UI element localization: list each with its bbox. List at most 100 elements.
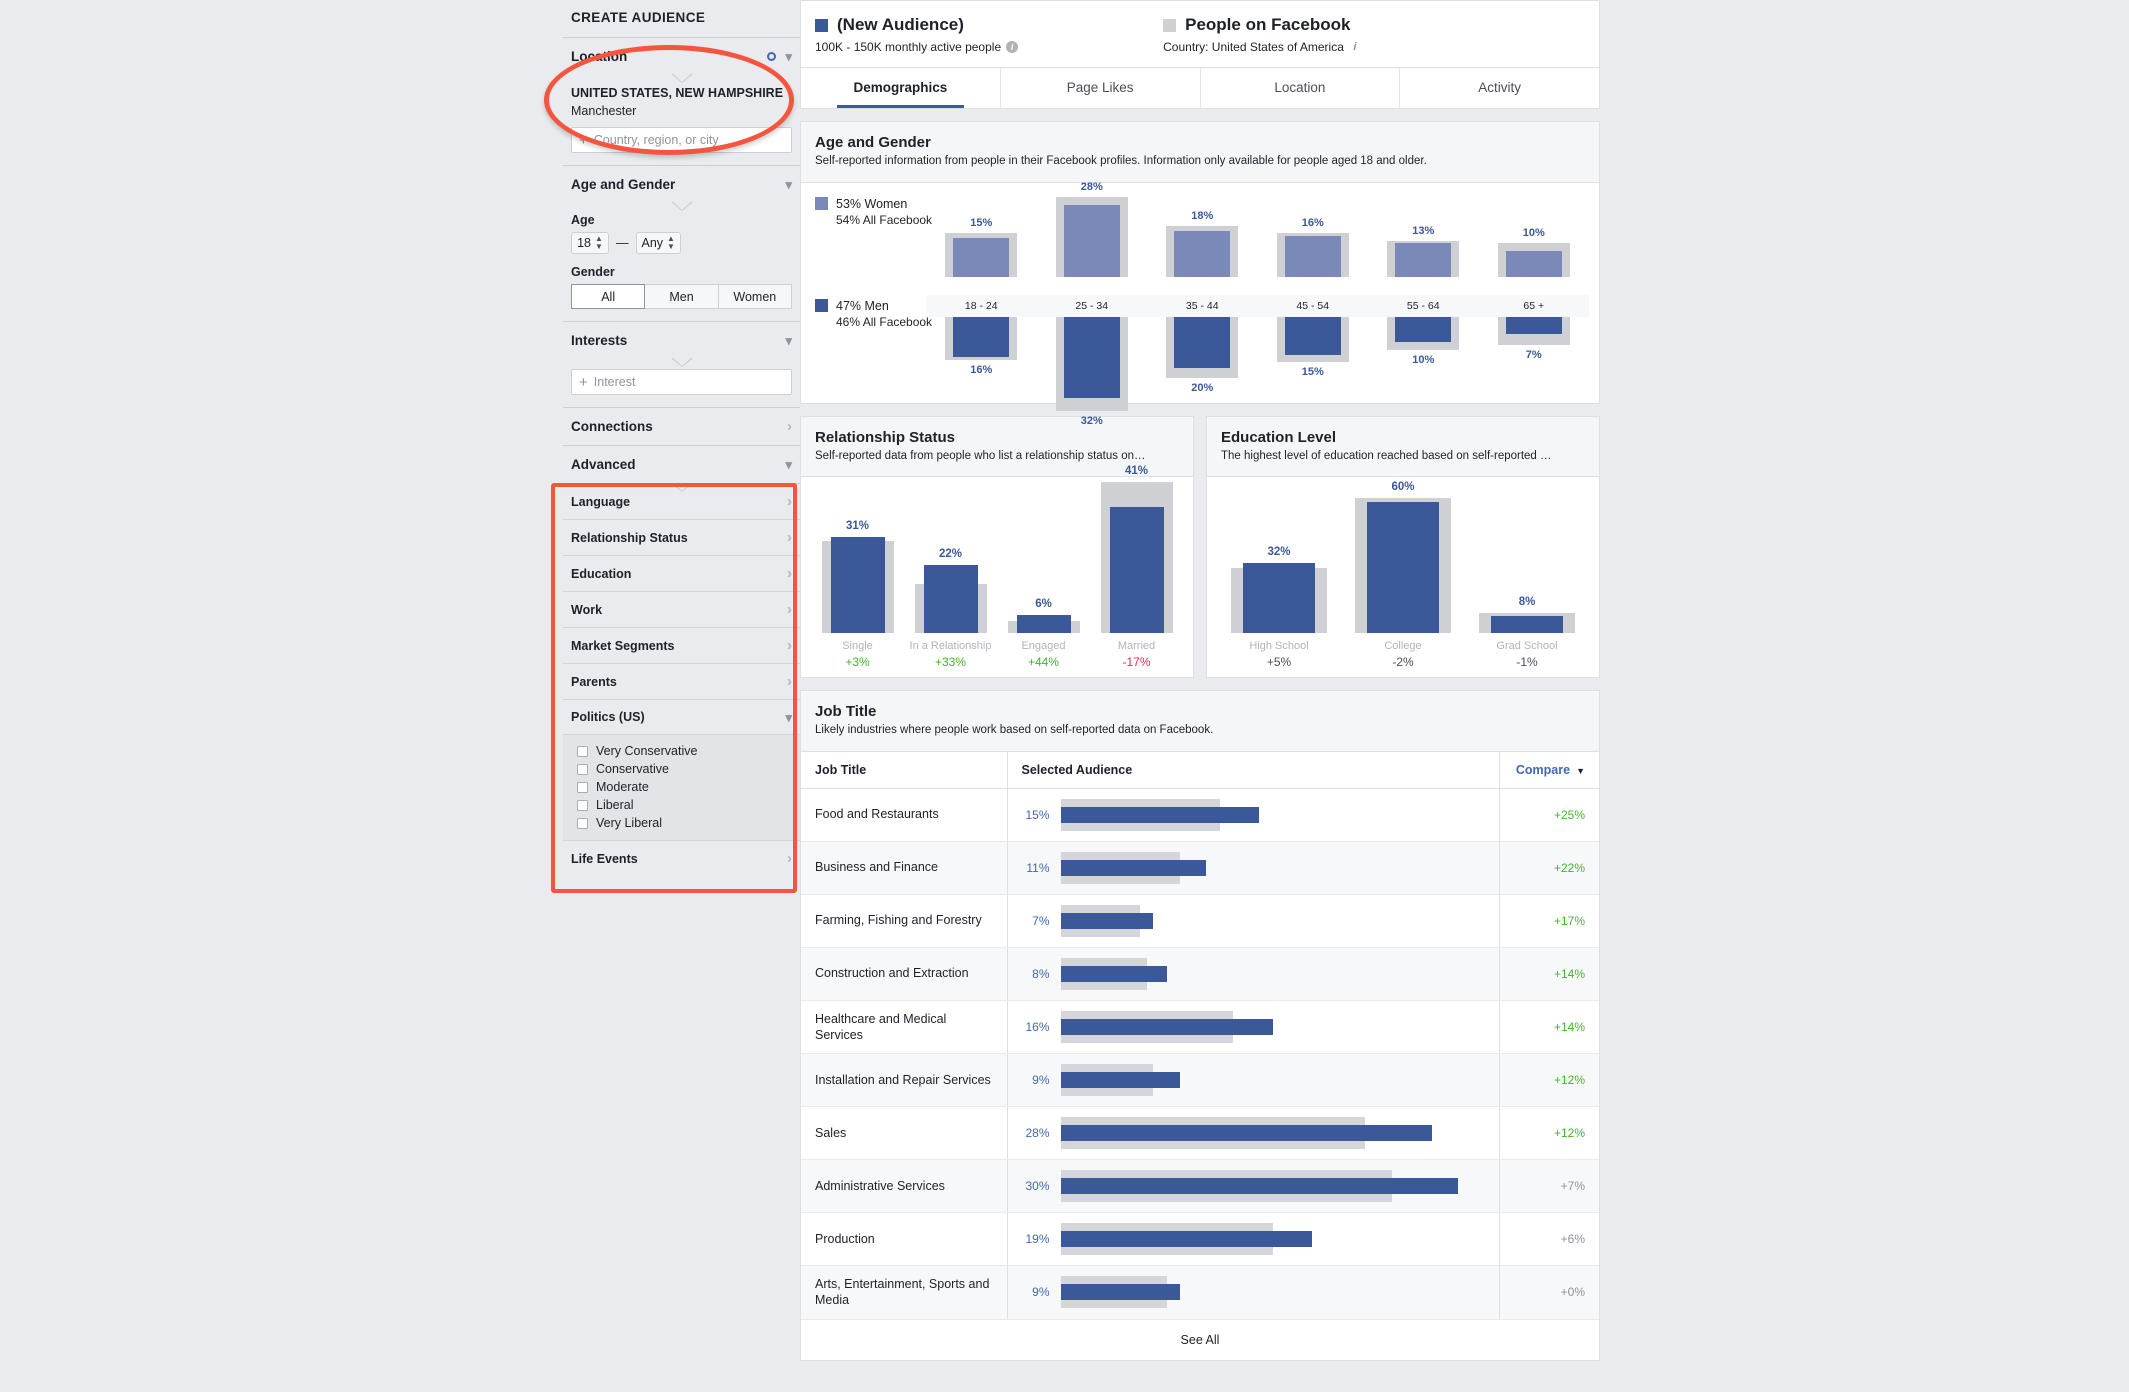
- gender-option-all[interactable]: All: [571, 284, 645, 309]
- politics-option-very-liberal[interactable]: Very Liberal: [577, 814, 792, 832]
- checkbox-icon[interactable]: [577, 764, 588, 775]
- chevron-right-icon[interactable]: ›: [787, 674, 792, 689]
- sidebar-section-location[interactable]: Location ▾: [563, 37, 800, 75]
- age-min-value: 18: [577, 236, 591, 250]
- see-all-button[interactable]: See All: [801, 1320, 1599, 1360]
- gender-option-men[interactable]: Men: [644, 284, 718, 309]
- chevron-down-icon[interactable]: ▾: [785, 711, 792, 724]
- interest-input[interactable]: + Interest: [571, 369, 792, 395]
- advanced-item-work[interactable]: Work ›: [563, 592, 800, 628]
- info-icon[interactable]: i: [1006, 41, 1018, 53]
- compare-cell: +14%: [1499, 947, 1599, 1000]
- tab-demographics[interactable]: Demographics: [801, 68, 1001, 108]
- selected-audience-reach: 100K - 150K monthly active people: [815, 40, 1001, 54]
- location-input[interactable]: + Country, region, or city: [571, 127, 792, 153]
- location-panel: UNITED STATES, NEW HAMPSHIRE Manchester …: [563, 75, 800, 165]
- checkbox-icon[interactable]: [577, 800, 588, 811]
- politics-option-conservative[interactable]: Conservative: [577, 760, 792, 778]
- table-row[interactable]: Administrative Services30%+7%: [801, 1160, 1599, 1213]
- job-title-cell: Production: [801, 1213, 1007, 1266]
- chevron-right-icon[interactable]: ›: [787, 638, 792, 653]
- politics-option-very-conservative[interactable]: Very Conservative: [577, 742, 792, 760]
- table-row[interactable]: Arts, Entertainment, Sports and Media9%+…: [801, 1266, 1599, 1320]
- age-tick-label: 45 - 54: [1258, 295, 1369, 317]
- legend-men-label: 47% Men: [836, 299, 889, 313]
- advanced-item-relationship-status[interactable]: Relationship Status ›: [563, 520, 800, 556]
- women-bar: [1174, 231, 1230, 277]
- category-label: Engaged: [997, 640, 1090, 652]
- table-row[interactable]: Construction and Extraction8%+14%: [801, 947, 1599, 1000]
- advanced-item-politics[interactable]: Politics (US) ▾: [563, 700, 800, 735]
- age-max-select[interactable]: Any ▲▼: [636, 232, 681, 254]
- table-row[interactable]: Farming, Fishing and Forestry7%+17%: [801, 894, 1599, 947]
- chevron-right-icon[interactable]: ›: [787, 602, 792, 617]
- chevron-down-icon[interactable]: ▾: [785, 334, 792, 347]
- advanced-item-parents[interactable]: Parents ›: [563, 664, 800, 700]
- table-row[interactable]: Healthcare and Medical Services16%+14%: [801, 1000, 1599, 1054]
- compare-label: Compare: [1516, 763, 1570, 777]
- politics-option-liberal[interactable]: Liberal: [577, 796, 792, 814]
- sidebar-section-interests[interactable]: Interests ▾: [563, 321, 800, 359]
- category-label: Grad School: [1465, 640, 1589, 652]
- chevron-down-icon[interactable]: ▾: [785, 50, 792, 63]
- education-labels: High School+5%College-2%Grad School-1%: [1217, 640, 1589, 669]
- table-row[interactable]: Installation and Repair Services9%+12%: [801, 1054, 1599, 1107]
- audience-bar-cell: 19%: [1007, 1213, 1499, 1266]
- tab-page-likes[interactable]: Page Likes: [1001, 68, 1201, 108]
- chevron-right-icon[interactable]: ›: [787, 566, 792, 581]
- table-row[interactable]: Sales28%+12%: [801, 1107, 1599, 1160]
- advanced-item-label: Market Segments: [571, 639, 675, 653]
- age-gender-title: Age and Gender: [815, 134, 1585, 151]
- advanced-item-label: Work: [571, 603, 602, 617]
- women-bar: [1285, 236, 1341, 277]
- age-tick-label: 55 - 64: [1368, 295, 1479, 317]
- selected-audience-name: (New Audience): [837, 15, 964, 35]
- sidebar-section-age-gender[interactable]: Age and Gender ▾: [563, 165, 800, 203]
- checkbox-icon[interactable]: [577, 818, 588, 829]
- age-gender-card: Age and Gender Self-reported information…: [800, 121, 1600, 404]
- advanced-item-life-events[interactable]: Life Events ›: [563, 841, 800, 876]
- job-title-rows: Food and Restaurants15%+25%Business and …: [801, 788, 1599, 1319]
- age-label: Age: [571, 213, 792, 227]
- audience-bar-cell: 9%: [1007, 1266, 1499, 1320]
- table-row[interactable]: Food and Restaurants15%+25%: [801, 788, 1599, 841]
- tab-location[interactable]: Location: [1201, 68, 1401, 108]
- value-label: 6%: [1035, 598, 1052, 610]
- chevron-down-icon[interactable]: ▾: [785, 178, 792, 191]
- column-job-title[interactable]: Job Title: [801, 752, 1007, 789]
- checkbox-icon[interactable]: [577, 746, 588, 757]
- table-row[interactable]: Business and Finance11%+22%: [801, 841, 1599, 894]
- women-bar: [1064, 205, 1120, 276]
- advanced-item-education[interactable]: Education ›: [563, 556, 800, 592]
- sidebar-section-connections[interactable]: Connections ›: [563, 407, 800, 445]
- politics-option-moderate[interactable]: Moderate: [577, 778, 792, 796]
- men-value-label: 7%: [1526, 349, 1542, 361]
- column-compare[interactable]: Compare▼: [1499, 752, 1599, 789]
- chevron-right-icon[interactable]: ›: [787, 494, 792, 509]
- table-row[interactable]: Production19%+6%: [801, 1213, 1599, 1266]
- politics-option-label: Conservative: [596, 762, 669, 776]
- age-group-column: 18%20%: [1147, 191, 1258, 395]
- info-icon[interactable]: i: [1349, 41, 1361, 53]
- percent-label: 16%: [1022, 1020, 1050, 1034]
- location-target-icon[interactable]: [767, 52, 776, 61]
- compare-cell: +17%: [1499, 894, 1599, 947]
- checkbox-icon[interactable]: [577, 782, 588, 793]
- tab-activity[interactable]: Activity: [1400, 68, 1599, 108]
- chevron-right-icon[interactable]: ›: [787, 851, 792, 866]
- advanced-item-market-segments[interactable]: Market Segments ›: [563, 628, 800, 664]
- audience-summary-card: (New Audience) 100K - 150K monthly activ…: [800, 0, 1600, 109]
- chevron-right-icon[interactable]: ›: [787, 530, 792, 545]
- create-audience-sidebar: CREATE AUDIENCE Location ▾ UNITED STATES…: [563, 0, 800, 1392]
- chevron-down-icon[interactable]: ▾: [785, 458, 792, 471]
- value-bar: [1367, 502, 1439, 633]
- men-value-label: 15%: [1302, 366, 1324, 378]
- age-min-select[interactable]: 18 ▲▼: [571, 232, 609, 254]
- gender-option-women[interactable]: Women: [718, 284, 792, 309]
- age-gender-chart: 53% Women 54% All Facebook 47% Men 46% A…: [801, 183, 1599, 403]
- sidebar-section-advanced[interactable]: Advanced ▾: [563, 445, 800, 483]
- age-tick-label: 35 - 44: [1147, 295, 1258, 317]
- education-title: Education Level: [1221, 429, 1585, 446]
- column-selected-audience[interactable]: Selected Audience: [1007, 752, 1499, 789]
- chevron-right-icon[interactable]: ›: [787, 419, 792, 434]
